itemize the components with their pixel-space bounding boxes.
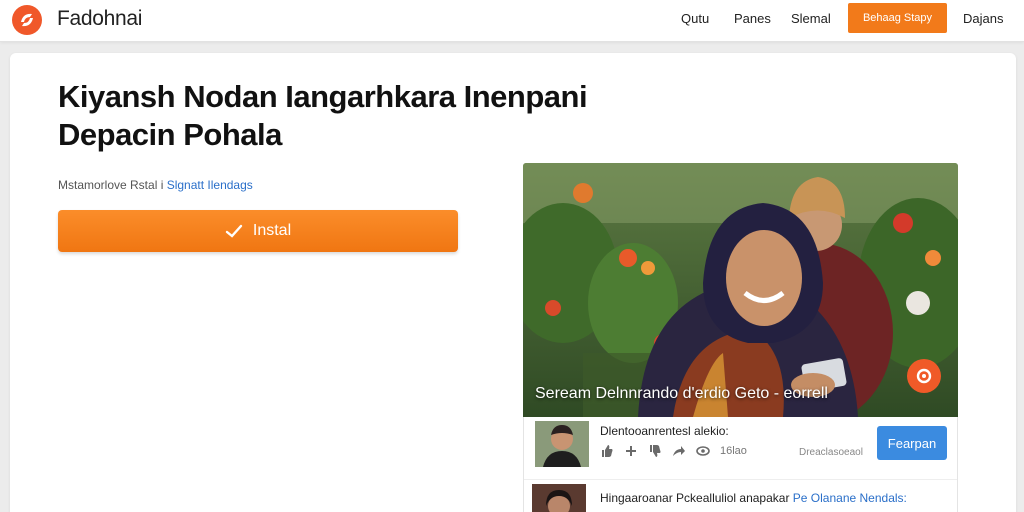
plus-icon[interactable] (624, 444, 638, 458)
top-navigation-bar: Fadohnai Qutu Panes Slemal Behaag Stapy … (0, 0, 1024, 42)
list-item-username[interactable]: Dreaclasoeaol (799, 447, 863, 458)
nav-link-panes[interactable]: Panes (734, 11, 771, 26)
feed-list: Dlentooanrentesl alekio: 16lao Dreaclaso… (523, 417, 958, 512)
share-icon[interactable] (672, 444, 686, 458)
nav-link-dajans[interactable]: Dajans (963, 11, 1003, 26)
logo-icon[interactable] (12, 5, 42, 35)
brand-name[interactable]: Fadohnai (57, 7, 142, 31)
divider (524, 479, 957, 480)
check-icon (225, 224, 243, 238)
hero-photo[interactable]: Seream Delnnrando d'erdio Geto - eorrell (523, 163, 958, 417)
list-item-title[interactable]: Dlentooanrentesl alekio: (600, 424, 729, 438)
subtitle-text: Mstamorlove Rstal i (58, 178, 164, 192)
record-button[interactable] (907, 359, 941, 393)
hero-subtitle: Mstamorlove Rstal i Slgnatt Ilendags (58, 178, 253, 192)
install-label: Instal (252, 222, 292, 239)
nav-link-slemal[interactable]: Slemal (791, 11, 831, 26)
record-icon (916, 368, 932, 384)
list-item-title[interactable]: Hingaaroanar Pckealluliol anapakar Pe Ol… (600, 491, 907, 505)
install-button[interactable]: Instal (58, 210, 458, 252)
header-cta-button[interactable]: Behaag Stapy (848, 3, 947, 33)
avatar (532, 484, 586, 512)
page-title: Kiyansh Nodan Iangarhkara Inenpani Depac… (58, 79, 588, 152)
thumbs-up-icon[interactable] (600, 444, 614, 458)
garden-photo-image (523, 163, 958, 417)
eye-icon (696, 446, 710, 456)
follow-button[interactable]: Fearpan (877, 426, 947, 460)
avatar (535, 421, 589, 467)
nav-link-qutu[interactable]: Qutu (681, 11, 709, 26)
subtitle-link[interactable]: Slgnatt Ilendags (167, 178, 253, 192)
list-item-meta: 16lao (600, 444, 747, 458)
list-item-title-text: Hingaaroanar Pckealluliol anapakar (600, 491, 790, 505)
list-item-title-link[interactable]: Pe Olanane Nendals: (793, 491, 907, 505)
thumbs-down-icon[interactable] (648, 444, 662, 458)
view-count: 16lao (720, 445, 747, 457)
photo-caption: Seream Delnnrando d'erdio Geto - eorrell (535, 385, 828, 402)
